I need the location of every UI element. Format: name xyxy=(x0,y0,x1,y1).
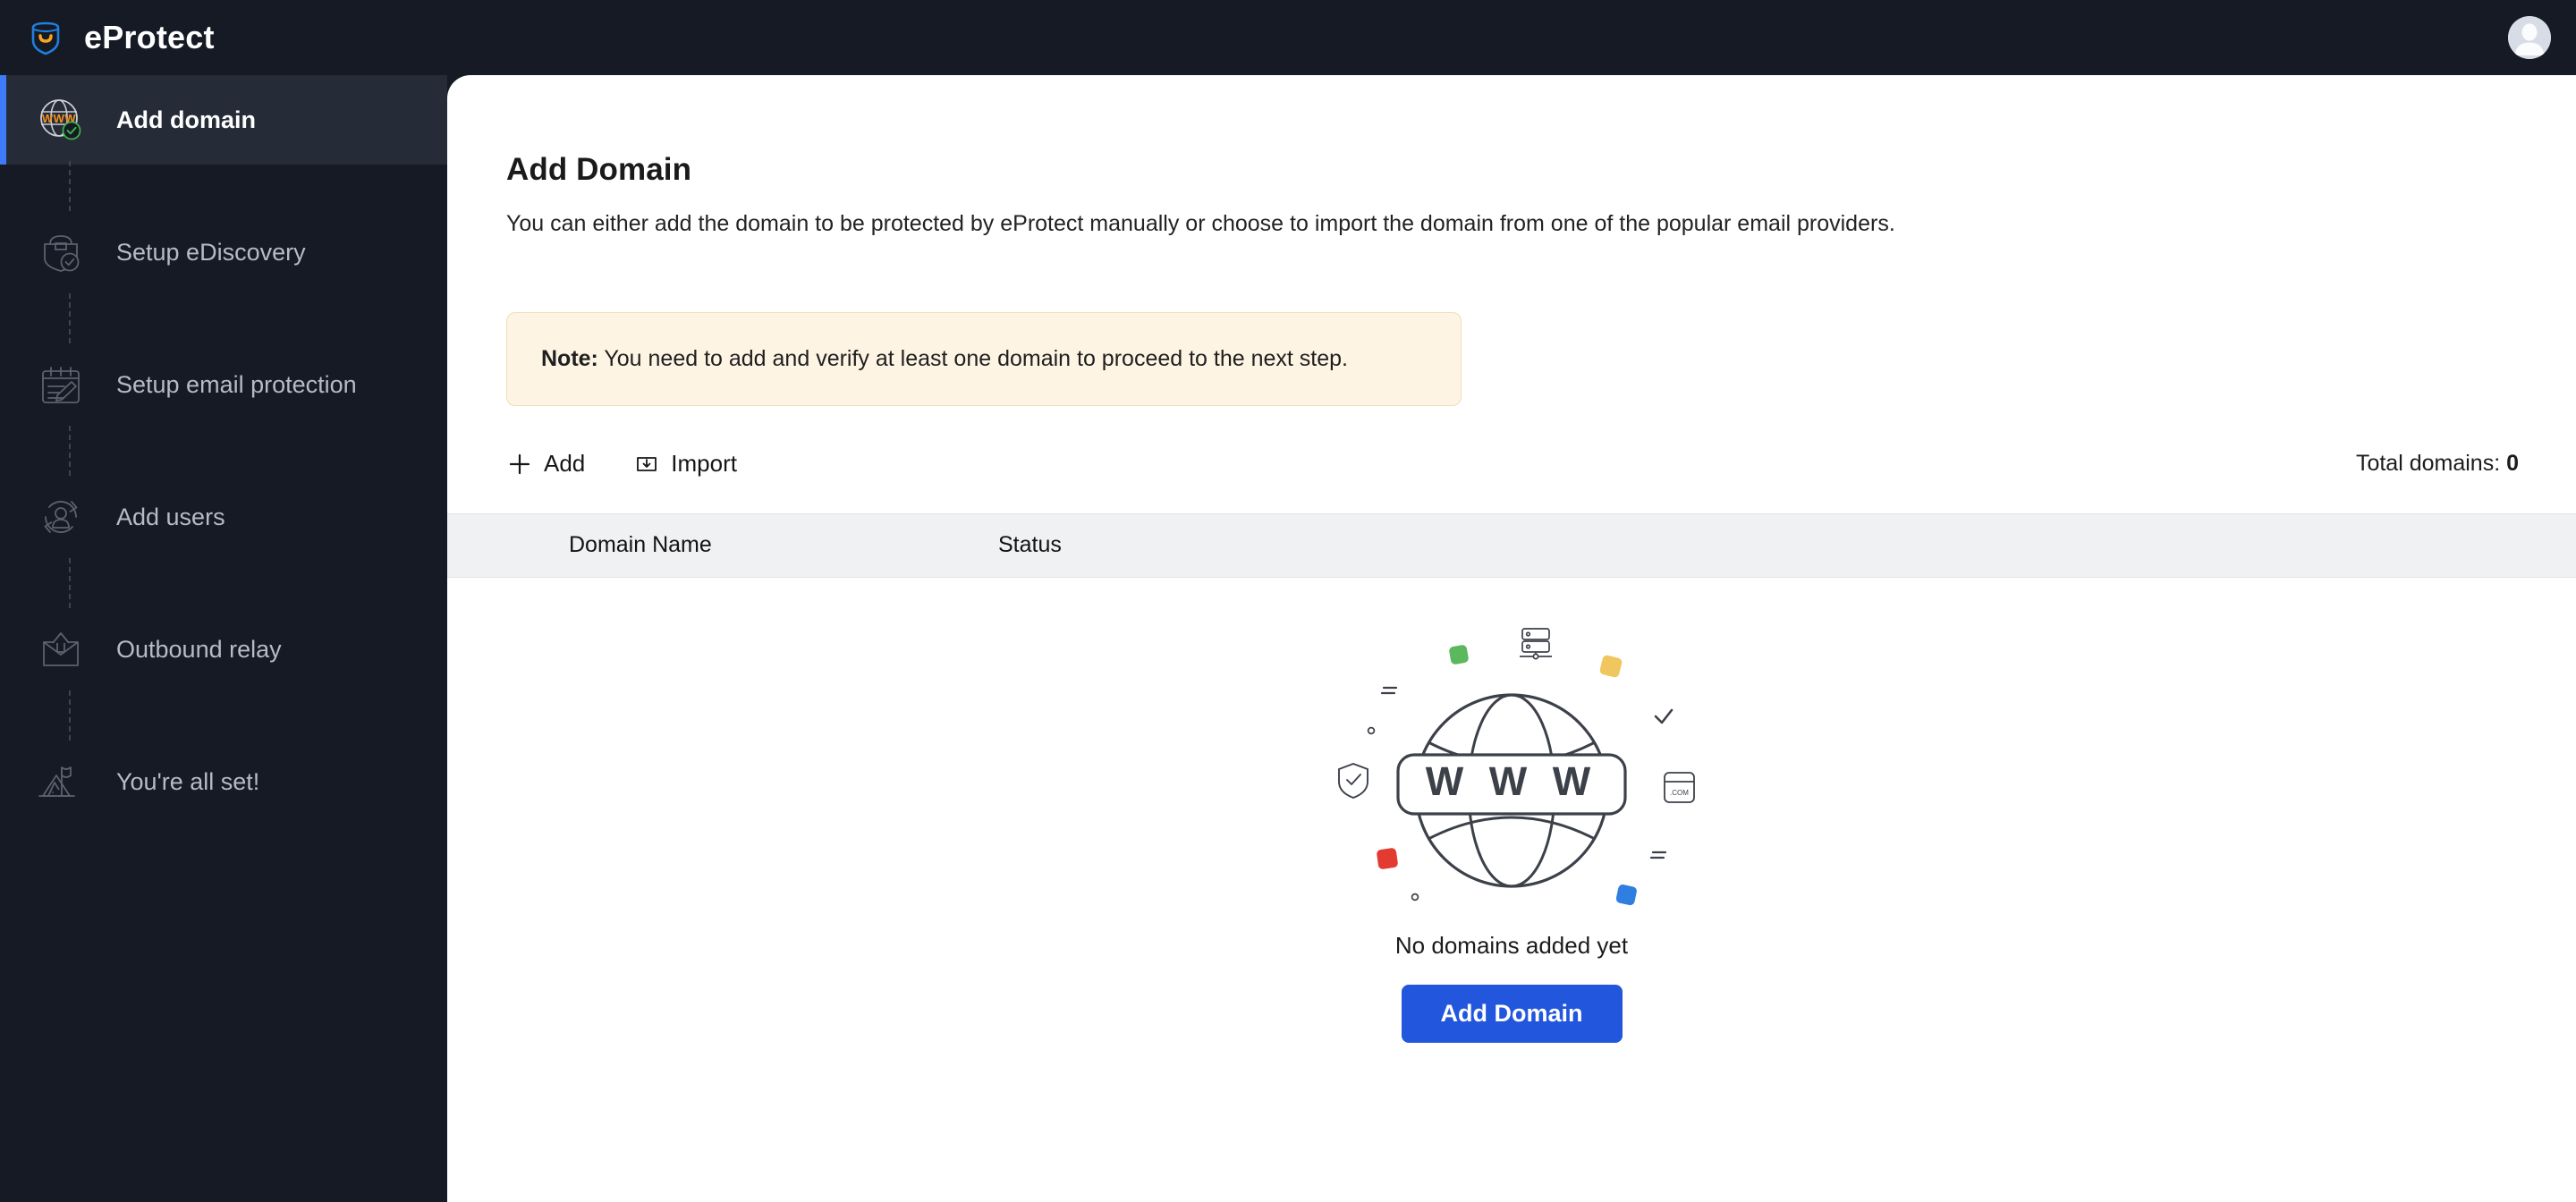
sidebar-item-label: Setup email protection xyxy=(116,370,357,398)
empty-state: W W W .COM No domains added yet Add Doma… xyxy=(447,601,2576,1043)
main-content: Add Domain You can either add the domain… xyxy=(447,75,2576,1202)
user-sync-icon xyxy=(32,488,89,546)
sidebar-item-add-users[interactable]: Add users xyxy=(0,472,447,562)
dot-outline xyxy=(1411,893,1419,901)
sidebar-connector xyxy=(0,293,447,343)
import-download-icon xyxy=(635,453,658,476)
globe-www-illustration: W W W .COM xyxy=(1319,601,1704,923)
brand: eProtect xyxy=(25,17,215,58)
sidebar-item-youre-all-set[interactable]: You're all set! xyxy=(0,737,447,826)
plus-icon xyxy=(508,453,531,476)
globe-www-verified-icon: WWW xyxy=(32,91,89,148)
add-domain-button[interactable]: Add Domain xyxy=(1401,984,1623,1043)
page-title: Add Domain xyxy=(506,152,692,187)
sidebar-item-outbound-relay[interactable]: Outbound relay xyxy=(0,605,447,694)
total-domains: Total domains: 0 xyxy=(2356,451,2519,477)
total-domains-value: 0 xyxy=(2506,451,2519,476)
check-icon xyxy=(1654,708,1674,724)
note-banner: Note: You need to add and verify at leas… xyxy=(506,312,1462,406)
square-red xyxy=(1377,847,1398,869)
sidebar-item-label: Outbound relay xyxy=(116,635,282,663)
calendar-pencil-icon xyxy=(32,356,89,413)
sidebar-item-setup-ediscovery[interactable]: Setup eDiscovery xyxy=(0,207,447,297)
envelope-upload-icon xyxy=(32,621,89,678)
column-header-domain-name: Domain Name xyxy=(569,532,712,557)
square-blue xyxy=(1615,884,1637,905)
sidebar-item-label: You're all set! xyxy=(116,767,260,795)
add-button[interactable]: Add xyxy=(506,446,587,481)
shield-badge-icon xyxy=(25,17,66,58)
note-label: Note: xyxy=(541,346,598,371)
add-button-label: Add xyxy=(544,450,586,477)
sidebar-connector xyxy=(0,690,447,741)
table-toolbar: Add Import Total domains: 0 xyxy=(447,438,2576,490)
shield-check-icon xyxy=(1338,762,1368,799)
note-text: You need to add and verify at least one … xyxy=(597,346,1348,371)
square-yellow xyxy=(1599,655,1623,677)
illustration-banner-text: W W W xyxy=(1426,758,1597,804)
briefcase-check-icon xyxy=(32,224,89,281)
equals-mark xyxy=(1380,686,1398,694)
server-icon xyxy=(1520,627,1552,659)
browser-com-icon: .COM xyxy=(1664,771,1695,803)
square-green xyxy=(1449,644,1469,664)
sidebar-item-add-domain[interactable]: WWW Add domain xyxy=(0,75,447,165)
illustration-browser-tag: .COM xyxy=(1670,789,1689,797)
import-button[interactable]: Import xyxy=(633,446,739,481)
total-domains-label: Total domains: xyxy=(2355,451,2507,476)
dot-outline xyxy=(1367,726,1376,734)
sidebar-item-label: Setup eDiscovery xyxy=(116,238,306,266)
import-button-label: Import xyxy=(671,450,737,477)
app-title: eProtect xyxy=(84,19,215,55)
column-header-status: Status xyxy=(998,532,1062,557)
table-header-row: Domain Name Status xyxy=(447,512,2576,578)
avatar[interactable] xyxy=(2508,16,2551,59)
sidebar-item-label: Add domain xyxy=(116,106,256,133)
sidebar-connector xyxy=(0,161,447,211)
equals-mark xyxy=(1649,851,1667,859)
page-subtitle: You can either add the domain to be prot… xyxy=(506,211,1895,236)
sidebar: WWW Add domain Setup eDiscovery Setup em… xyxy=(0,75,447,1202)
sidebar-connector xyxy=(0,558,447,608)
top-bar: eProtect xyxy=(0,0,2576,75)
sidebar-item-setup-email-protection[interactable]: Setup email protection xyxy=(0,340,447,429)
mountain-flag-icon xyxy=(32,753,89,810)
sidebar-connector xyxy=(0,426,447,476)
empty-state-message: No domains added yet xyxy=(1394,931,1629,959)
sidebar-item-label: Add users xyxy=(116,503,225,530)
